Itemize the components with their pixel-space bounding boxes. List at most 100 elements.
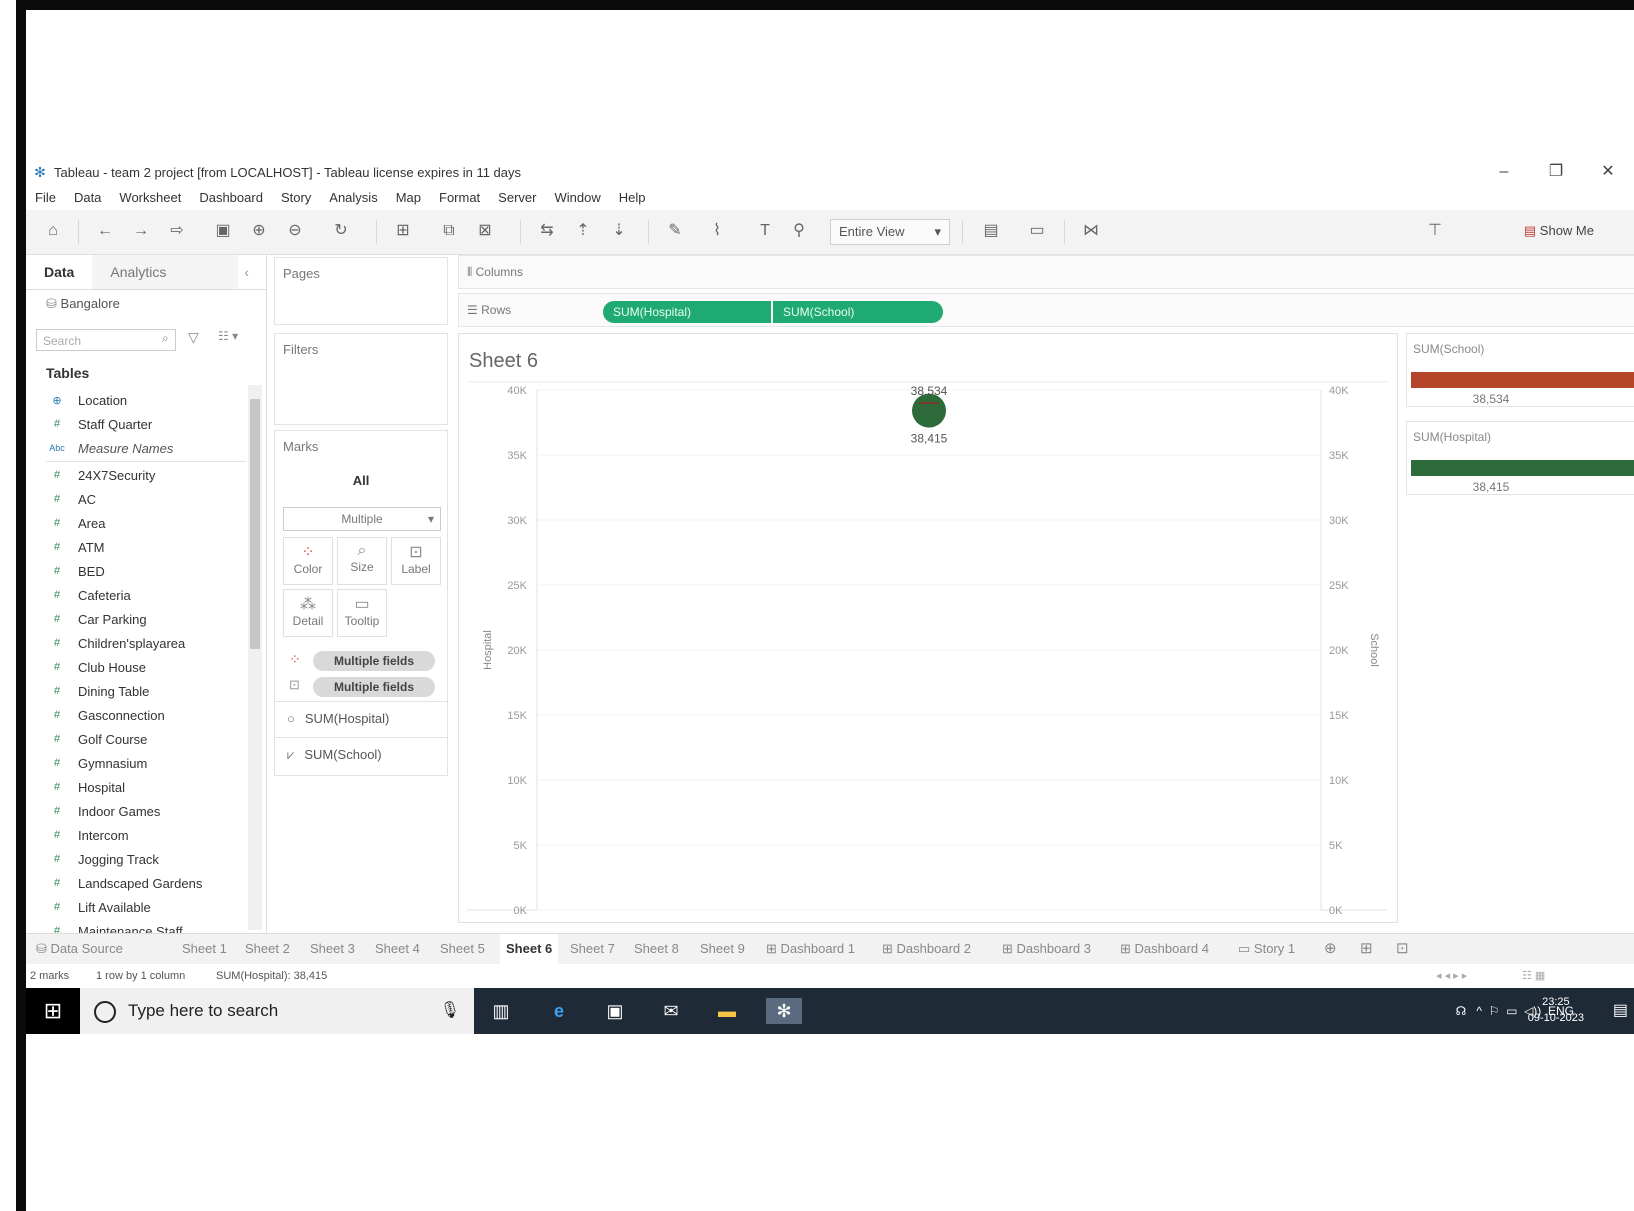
field-item[interactable]: # ATM — [46, 535, 246, 559]
tab-data-source[interactable]: ⛁ Data Source — [36, 934, 123, 964]
add-datasource-icon[interactable]: ⊕ — [248, 220, 270, 242]
menu-worksheet[interactable]: Worksheet — [119, 190, 181, 205]
field-list-scrollbar[interactable] — [248, 385, 262, 930]
notifications-icon[interactable]: ▤ — [1613, 1000, 1628, 1020]
clock[interactable]: 23:25 09-10-2023 — [1528, 994, 1584, 1026]
sort-ascending-icon[interactable]: ⇡ — [572, 220, 594, 242]
marks-all-tab[interactable]: All — [275, 473, 447, 488]
taskbar-search[interactable]: Type here to search 🎙 — [80, 988, 474, 1034]
show-cards-icon[interactable]: ▤ — [980, 220, 1002, 242]
mark-type-dropdown[interactable]: Multiple ▾ — [283, 507, 441, 531]
tab-dashboard-2[interactable]: ⊞ Dashboard 2 — [882, 934, 971, 964]
rows-shelf[interactable]: ☰ Rows SUM(Hospital) SUM(School) — [458, 293, 1634, 327]
field-item[interactable]: # Gymnasium — [46, 751, 246, 775]
fit-dropdown[interactable]: Entire View ▾ — [830, 219, 950, 245]
field-item[interactable]: # Intercom — [46, 823, 246, 847]
marks-sum-hospital[interactable]: ○ SUM(Hospital) — [275, 701, 447, 736]
tooltip-button[interactable]: ▭ Tooltip — [337, 589, 387, 637]
group-icon[interactable]: ⌇ — [706, 220, 728, 242]
menu-server[interactable]: Server — [498, 190, 536, 205]
tab-sheet-4[interactable]: Sheet 4 — [375, 934, 420, 964]
tab-sheet-1[interactable]: Sheet 1 — [182, 934, 227, 964]
new-worksheet-tab-icon[interactable]: ⊕ — [1324, 934, 1337, 964]
menu-story[interactable]: Story — [281, 190, 311, 205]
menu-dashboard[interactable]: Dashboard — [199, 190, 263, 205]
marks-sum-school[interactable]: ⩗ SUM(School) — [275, 737, 447, 772]
close-button[interactable]: ✕ — [1582, 160, 1634, 184]
field-item[interactable]: # Hospital — [46, 775, 246, 799]
menu-window[interactable]: Window — [554, 190, 600, 205]
tab-sheet-9[interactable]: Sheet 9 — [700, 934, 745, 964]
save-icon[interactable]: ▣ — [212, 220, 234, 242]
field-item[interactable]: # Area — [46, 511, 246, 535]
restore-button[interactable]: ❐ — [1530, 160, 1582, 184]
datasource[interactable]: ⛁ Bangalore — [26, 290, 266, 318]
field-item[interactable]: # BED — [46, 559, 246, 583]
menu-analysis[interactable]: Analysis — [329, 190, 377, 205]
field-item[interactable]: # Landscaped Gardens — [46, 871, 246, 895]
edge-icon[interactable]: e — [546, 998, 572, 1024]
field-item[interactable]: # Staff Quarter — [46, 412, 246, 436]
show-labels-icon[interactable]: T — [754, 220, 776, 242]
field-item[interactable]: # Lift Available — [46, 895, 246, 919]
show-me-button[interactable]: ▤ Show Me — [1524, 220, 1594, 242]
field-item[interactable]: # Club House — [46, 655, 246, 679]
swap-icon[interactable]: ⇆ — [536, 220, 558, 242]
tableau-taskbar-icon[interactable]: ✻ — [766, 998, 802, 1024]
scrollbar-thumb[interactable] — [250, 399, 260, 649]
tab-sheet-5[interactable]: Sheet 5 — [440, 934, 485, 964]
menu-data[interactable]: Data — [74, 190, 101, 205]
color-field-pill[interactable]: Multiple fields — [313, 651, 435, 671]
microphone-icon[interactable]: 🎙 — [440, 988, 460, 1034]
new-story-tab-icon[interactable]: ⊡ — [1396, 934, 1409, 964]
pause-updates-icon[interactable]: ⊖ — [284, 220, 306, 242]
rows-pill-hospital[interactable]: SUM(Hospital) — [603, 301, 771, 323]
mail-icon[interactable]: ✉ — [658, 998, 684, 1024]
highlight-icon[interactable]: ✎ — [664, 220, 686, 242]
rows-pill-school[interactable]: SUM(School) — [773, 301, 943, 323]
refresh-icon[interactable]: ↻ — [330, 220, 352, 242]
legend-school[interactable]: SUM(School) 38,534 — [1406, 333, 1634, 407]
field-item[interactable]: # Car Parking — [46, 607, 246, 631]
store-icon[interactable]: ▣ — [602, 998, 628, 1024]
duplicate-icon[interactable]: ⧉ — [438, 220, 460, 242]
search-input[interactable]: Search — [36, 329, 176, 351]
people-icon[interactable]: ☊ — [1456, 1004, 1467, 1018]
menu-help[interactable]: Help — [619, 190, 646, 205]
filter-icon[interactable]: ▽ — [188, 329, 199, 346]
legend-hospital[interactable]: SUM(Hospital) 38,415 — [1406, 421, 1634, 495]
tab-sheet-8[interactable]: Sheet 8 — [634, 934, 679, 964]
share-icon[interactable]: ⋈ — [1080, 220, 1102, 242]
tab-sheet-7[interactable]: Sheet 7 — [570, 934, 615, 964]
field-item[interactable]: Abc Measure Names — [46, 436, 246, 460]
replay-icon[interactable]: ⇨ — [166, 220, 188, 242]
tab-dashboard-1[interactable]: ⊞ Dashboard 1 — [766, 934, 855, 964]
field-item[interactable]: # Children'splayarea — [46, 631, 246, 655]
field-item[interactable]: # Golf Course — [46, 727, 246, 751]
tab-sheet-2[interactable]: Sheet 2 — [245, 934, 290, 964]
tab-navigation-icon[interactable]: ◂ ◂ ▸ ▸ — [1436, 964, 1467, 988]
network-icon[interactable]: ⚐ — [1489, 1004, 1500, 1018]
presentation-icon[interactable]: ▭ — [1026, 220, 1048, 242]
label-field-pill[interactable]: Multiple fields — [313, 677, 435, 697]
pin-toolbar-icon[interactable]: ⊤ — [1424, 220, 1446, 242]
detail-button[interactable]: ⁂ Detail — [283, 589, 333, 637]
sort-descending-icon[interactable]: ⇣ — [608, 220, 630, 242]
menu-file[interactable]: File — [35, 190, 56, 205]
new-worksheet-icon[interactable]: ⊞ — [392, 220, 414, 242]
collapse-pane-icon[interactable]: ‹ — [244, 255, 249, 289]
field-item[interactable]: # Dining Table — [46, 679, 246, 703]
label-button[interactable]: ⊡ Label — [391, 537, 441, 585]
minimize-button[interactable]: – — [1478, 160, 1530, 184]
chart-svg[interactable]: 0K 0K 5K 5K 10K 10K 15K 15K 20K 20K 25K 25K 30K 30K 35… — [459, 334, 1397, 922]
field-item[interactable]: # AC — [46, 487, 246, 511]
pin-icon[interactable]: ⚲ — [788, 220, 810, 242]
tab-dashboard-3[interactable]: ⊞ Dashboard 3 — [1002, 934, 1091, 964]
windows-start-icon[interactable]: ⊞ — [26, 988, 80, 1034]
field-item[interactable]: # Cafeteria — [46, 583, 246, 607]
color-button[interactable]: ⁘ Color — [283, 537, 333, 585]
grid-view-icon[interactable]: ☷ ▦ — [1522, 964, 1545, 988]
tab-sheet-3[interactable]: Sheet 3 — [310, 934, 355, 964]
menu-map[interactable]: Map — [396, 190, 421, 205]
field-item[interactable]: # Indoor Games — [46, 799, 246, 823]
